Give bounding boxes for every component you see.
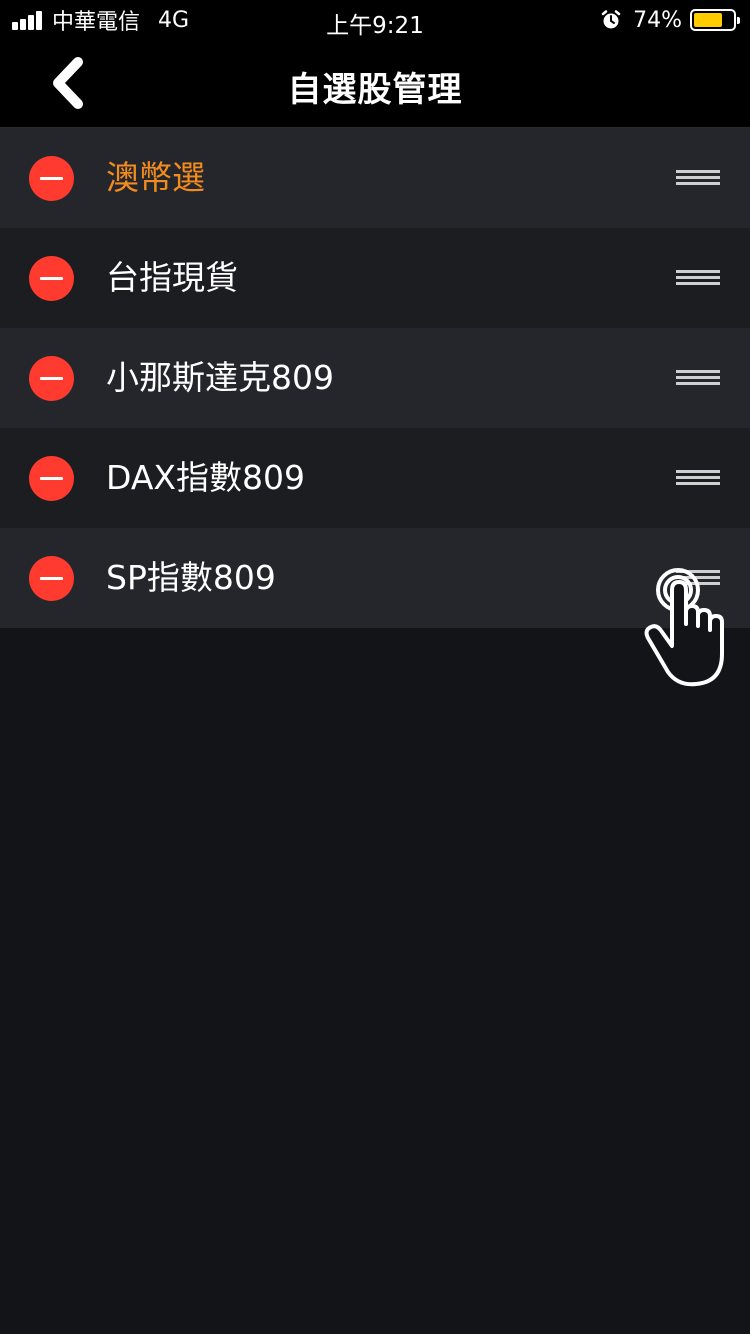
list-item-label: 台指現貨 bbox=[106, 258, 238, 297]
battery-percent: 74% bbox=[633, 7, 682, 33]
delete-button[interactable] bbox=[29, 556, 74, 601]
list-item-label: 澳幣選 bbox=[106, 158, 205, 197]
alarm-clock-icon bbox=[601, 10, 621, 29]
list-item-label: SP指數809 bbox=[106, 558, 276, 597]
navigation-bar: 自選股管理 bbox=[0, 40, 750, 128]
battery-icon bbox=[690, 9, 740, 31]
list-item: 小那斯達克809 bbox=[0, 328, 750, 428]
reorder-handle-icon[interactable] bbox=[676, 468, 720, 488]
battery-level-fill bbox=[694, 13, 723, 27]
delete-button[interactable] bbox=[29, 156, 74, 201]
delete-button[interactable] bbox=[29, 356, 74, 401]
status-bar: 中華電信 4G 上午9:21 74% bbox=[0, 0, 750, 40]
reorder-handle-icon[interactable] bbox=[676, 168, 720, 188]
list-item-label: DAX指數809 bbox=[106, 458, 305, 497]
tap-hand-icon bbox=[644, 568, 724, 687]
list-item: 台指現貨 bbox=[0, 228, 750, 328]
empty-area bbox=[0, 628, 750, 1334]
list-item: 澳幣選 bbox=[0, 128, 750, 228]
reorder-handle-icon[interactable] bbox=[676, 368, 720, 388]
reorder-handle-icon[interactable] bbox=[676, 268, 720, 288]
watchlist: 澳幣選 台指現貨 小那斯達克809 DAX指數809 SP指數809 bbox=[0, 128, 750, 628]
delete-button[interactable] bbox=[29, 456, 74, 501]
delete-button[interactable] bbox=[29, 256, 74, 301]
list-item-label: 小那斯達克809 bbox=[106, 358, 334, 397]
status-right: 74% bbox=[601, 6, 740, 34]
list-item: DAX指數809 bbox=[0, 428, 750, 528]
page-title: 自選股管理 bbox=[287, 70, 463, 110]
